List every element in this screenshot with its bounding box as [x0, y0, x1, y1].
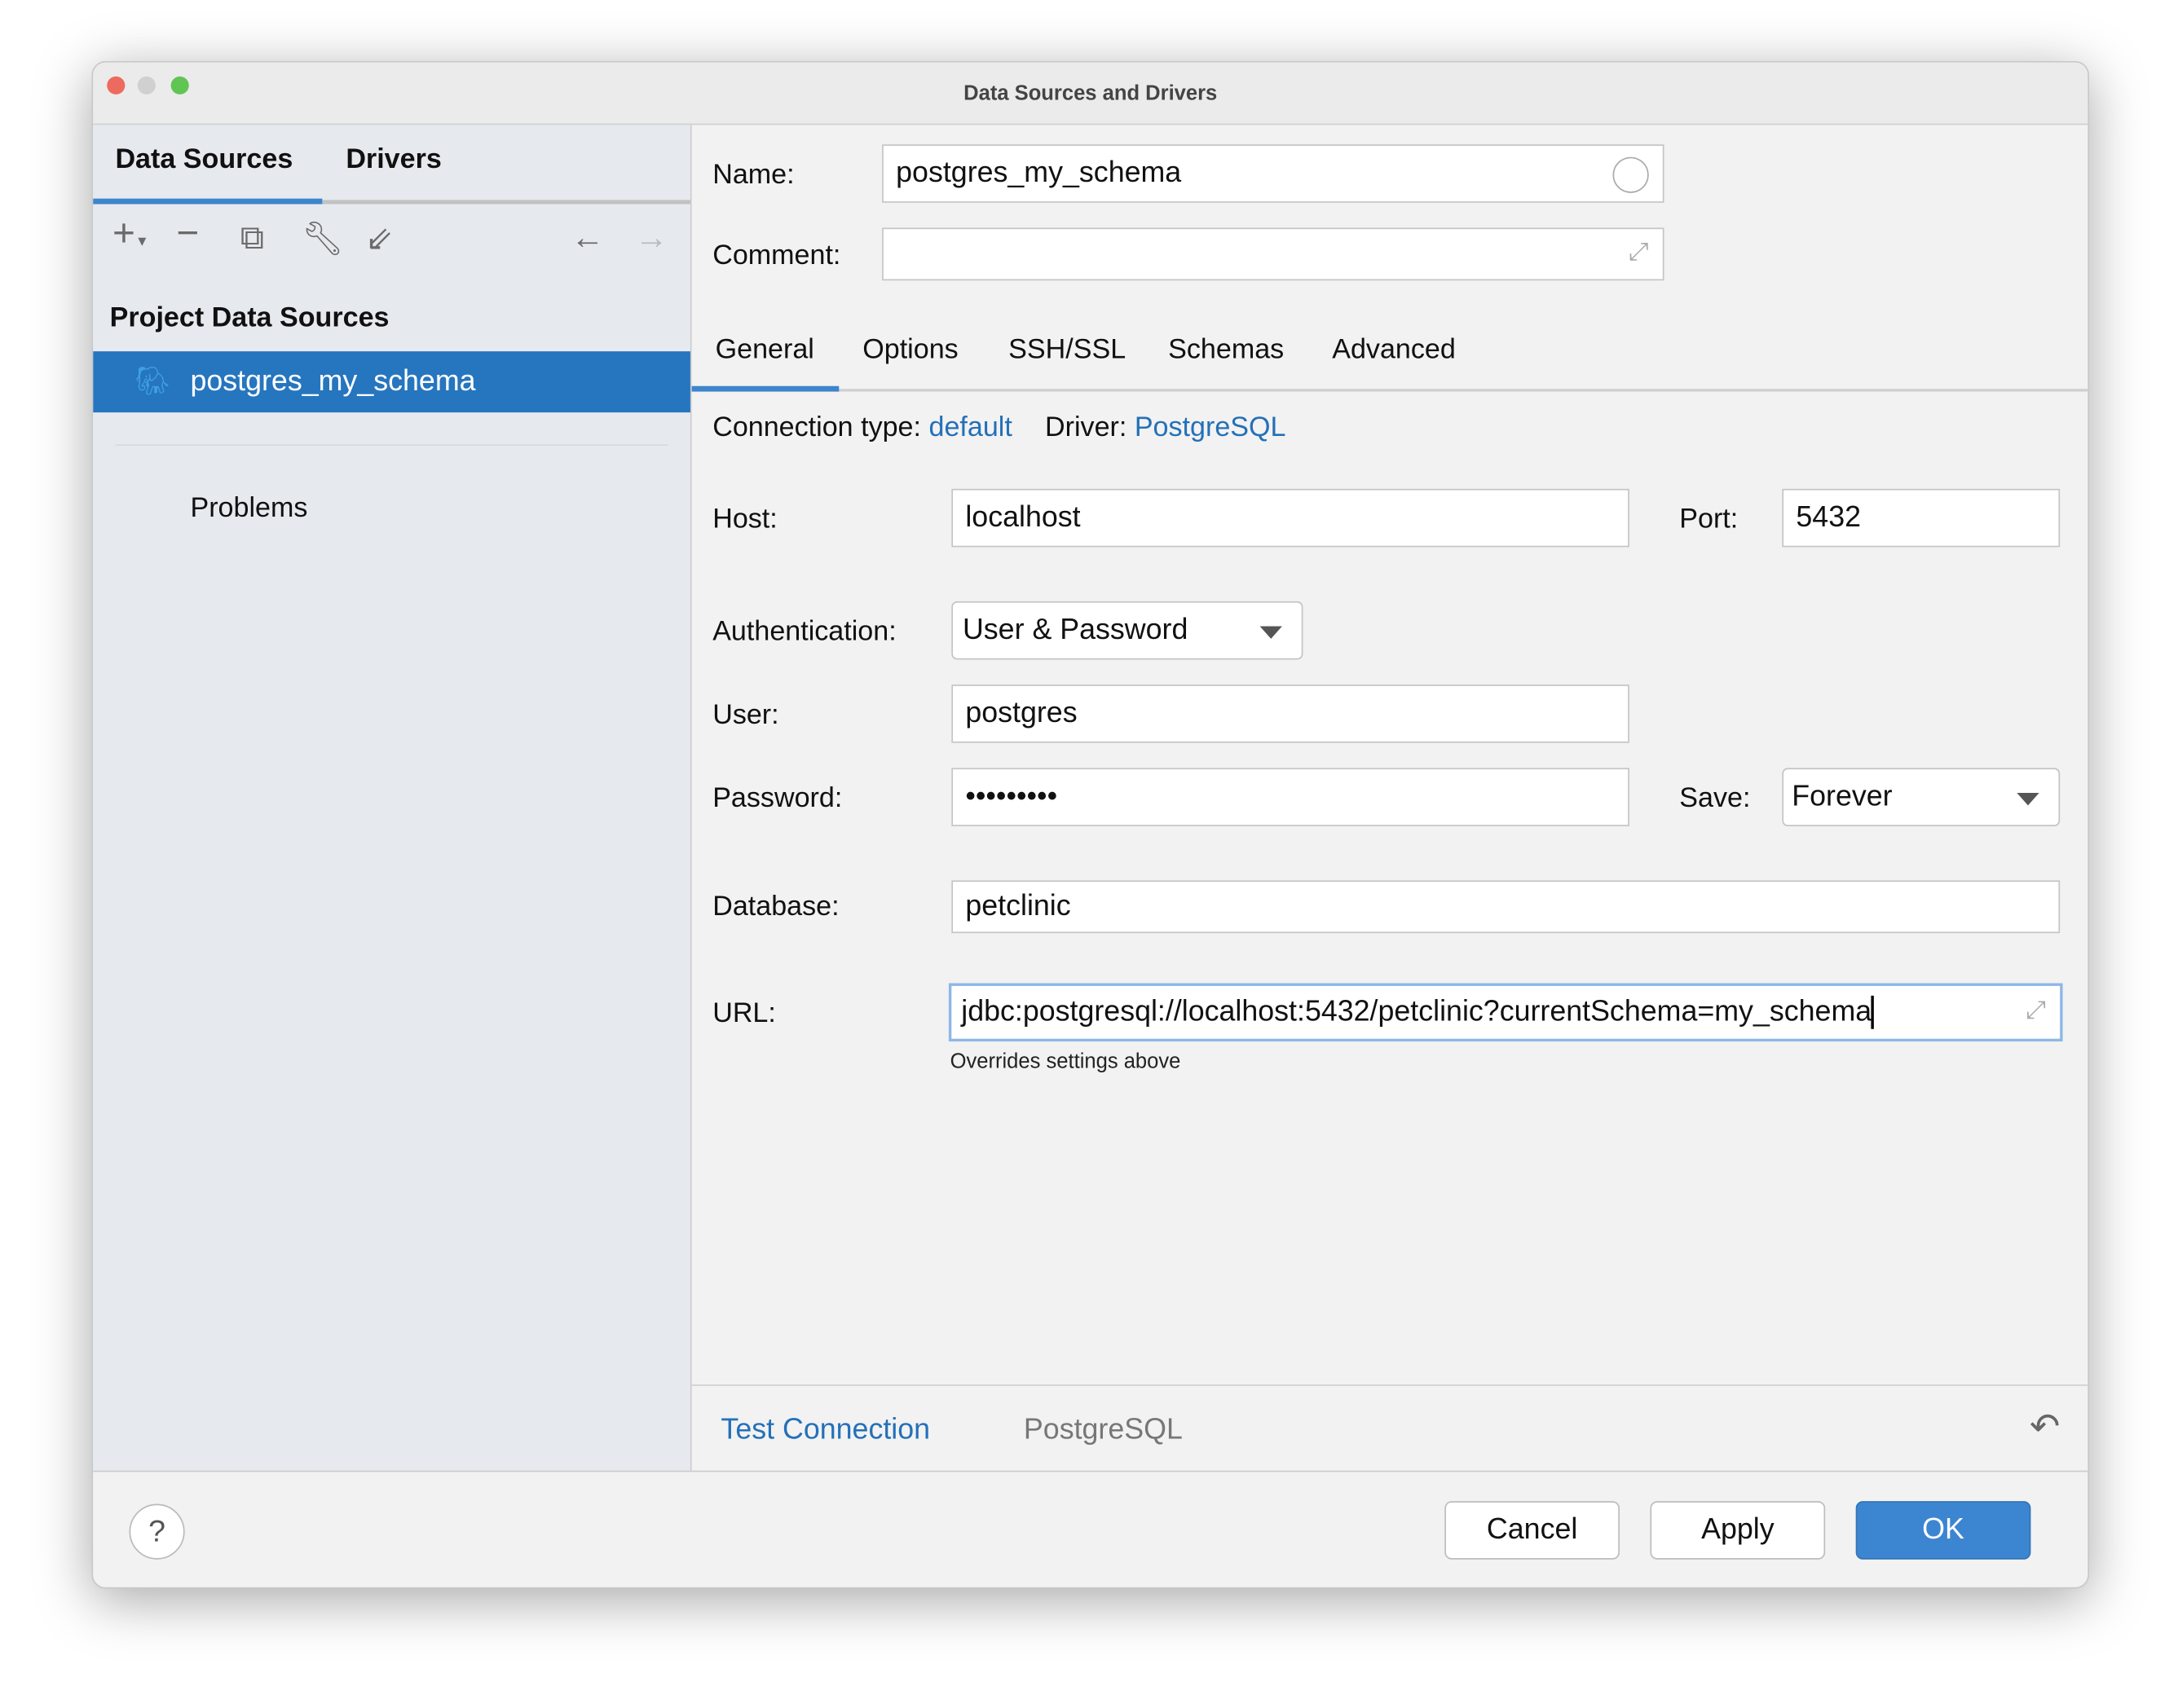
url-hint: Overrides settings above	[950, 1050, 1181, 1074]
url-input[interactable]: jdbc:postgresql://localhost:5432/petclin…	[948, 983, 2063, 1042]
active-tab-indicator	[691, 385, 840, 392]
host-input[interactable]: localhost	[951, 488, 1629, 548]
help-button[interactable]: ?	[129, 1503, 185, 1560]
driver-label: Driver:	[1044, 412, 1127, 443]
divider	[115, 444, 668, 447]
tab-bar: General Options SSH/SSL Schemas Advanced	[691, 319, 2088, 392]
dialog-footer: ? Cancel Apply OK	[93, 1470, 2088, 1587]
name-value: postgres_my_schema	[896, 156, 1182, 189]
expand-icon[interactable]: ⤢	[1629, 237, 1649, 266]
list-item-datasource[interactable]: 🐘︎ postgres_my_schema	[93, 351, 690, 413]
authentication-value: User & Password	[962, 614, 1188, 646]
dialog-window: Data Sources and Drivers Data Sources Dr…	[91, 60, 2089, 1589]
tab-data-sources[interactable]: Data Sources	[115, 144, 293, 176]
tab-advanced[interactable]: Advanced	[1332, 335, 1456, 367]
port-label: Port:	[1679, 504, 1739, 535]
sidebar: Data Sources Drivers +▼ − ⧉ 🔧︎ ⇙ ← → Pro…	[93, 125, 692, 1472]
password-input[interactable]: •••••••••	[951, 768, 1629, 826]
test-connection-link[interactable]: Test Connection	[721, 1414, 930, 1447]
save-select[interactable]: Forever	[1782, 768, 2061, 826]
main-panel: Name: postgres_my_schema Comment: ⤢ Gene…	[691, 125, 2088, 1472]
port-input[interactable]: 5432	[1782, 488, 2061, 548]
forward-arrow-icon[interactable]: →	[635, 219, 668, 258]
tab-ssh-ssl[interactable]: SSH/SSL	[1008, 335, 1126, 367]
connection-type-link[interactable]: default	[928, 412, 1012, 442]
user-input[interactable]: postgres	[951, 685, 1629, 743]
save-label: Save:	[1679, 783, 1751, 814]
comment-input[interactable]: ⤢	[882, 227, 1664, 281]
active-tab-indicator	[93, 198, 323, 205]
password-label: Password:	[712, 783, 843, 814]
cancel-button[interactable]: Cancel	[1444, 1501, 1620, 1560]
database-label: Database:	[712, 891, 840, 922]
ok-button[interactable]: OK	[1855, 1501, 2031, 1560]
save-value: Forever	[1792, 780, 1893, 812]
apply-button[interactable]: Apply	[1650, 1501, 1826, 1560]
connection-type-label: Connection type:	[712, 412, 922, 443]
title-bar: Data Sources and Drivers	[93, 62, 2088, 125]
chevron-down-icon	[1259, 626, 1282, 639]
import-icon[interactable]: ⇙	[365, 219, 393, 259]
driver-name: PostgreSQL	[1023, 1413, 1183, 1446]
authentication-select[interactable]: User & Password	[951, 601, 1303, 660]
duplicate-icon[interactable]: ⧉	[240, 219, 264, 258]
back-arrow-icon[interactable]: ←	[571, 219, 604, 258]
chevron-down-icon	[2017, 793, 2039, 806]
tab-general[interactable]: General	[716, 335, 814, 367]
wrench-icon[interactable]: 🔧︎	[302, 219, 344, 259]
user-label: User:	[712, 699, 779, 731]
url-value: jdbc:postgresql://localhost:5432/petclin…	[961, 995, 1875, 1029]
tab-options[interactable]: Options	[862, 335, 958, 367]
comment-label: Comment:	[712, 240, 841, 271]
driver-link[interactable]: PostgreSQL	[1135, 412, 1286, 442]
database-input[interactable]: petclinic	[951, 880, 2061, 934]
add-icon[interactable]: +▼	[112, 211, 149, 256]
datasource-label: postgres_my_schema	[190, 365, 476, 398]
section-title: Project Data Sources	[109, 302, 390, 333]
authentication-label: Authentication:	[712, 616, 897, 648]
name-label: Name:	[712, 159, 795, 191]
host-label: Host:	[712, 504, 778, 535]
window-title: Data Sources and Drivers	[963, 81, 1218, 106]
tab-schemas[interactable]: Schemas	[1168, 335, 1284, 367]
problems-item[interactable]: Problems	[190, 493, 307, 525]
name-input[interactable]: postgres_my_schema	[882, 144, 1664, 203]
revert-icon[interactable]: ↶	[2030, 1406, 2060, 1449]
color-picker-icon[interactable]	[1612, 156, 1649, 193]
url-label: URL:	[712, 998, 776, 1029]
tab-drivers[interactable]: Drivers	[346, 144, 441, 176]
postgres-elephant-icon: 🐘︎	[134, 366, 170, 398]
bottom-bar: Test Connection PostgreSQL ↶	[691, 1384, 2088, 1472]
remove-icon[interactable]: −	[176, 211, 199, 256]
connection-info: Connection type: default Driver: Postgre…	[712, 412, 1285, 444]
expand-icon[interactable]: ⤢	[2026, 996, 2047, 1025]
